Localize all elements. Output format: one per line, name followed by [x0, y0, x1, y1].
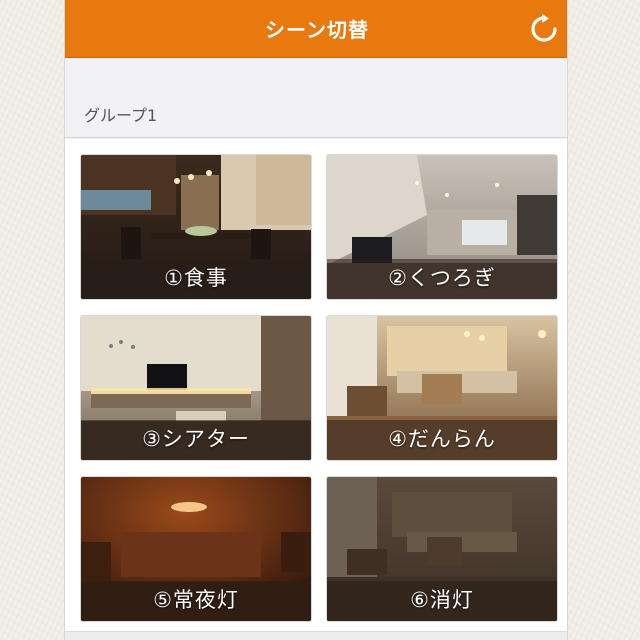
- scene-tile-dining[interactable]: ①食事: [81, 155, 311, 299]
- group-title: グループ1: [84, 106, 158, 125]
- app-screen: シーン切替 グループ1 ①食事 ②くつろぎ ③シアター ④だんらん ⑤常夜灯 ⑥…: [64, 0, 568, 640]
- scene-label: ③シアター: [142, 427, 250, 451]
- bottom-strip: [65, 631, 567, 640]
- scene-tile-family[interactable]: ④だんらん: [327, 316, 557, 460]
- page-title: シーン切替: [265, 18, 369, 42]
- scene-grid: ①食事 ②くつろぎ ③シアター ④だんらん ⑤常夜灯 ⑥消灯: [65, 139, 567, 640]
- scene-label: ①食事: [164, 266, 228, 290]
- scene-tile-relax[interactable]: ②くつろぎ: [327, 155, 557, 299]
- scene-tile-theater[interactable]: ③シアター: [81, 316, 311, 460]
- scene-label: ②くつろぎ: [388, 266, 496, 290]
- scene-tile-off[interactable]: ⑥消灯: [327, 477, 557, 621]
- refresh-button[interactable]: [527, 12, 561, 46]
- scene-label: ④だんらん: [388, 427, 496, 451]
- scene-label: ⑤常夜灯: [153, 588, 239, 612]
- refresh-icon: [531, 14, 557, 42]
- scene-tile-nightlight[interactable]: ⑤常夜灯: [81, 477, 311, 621]
- scene-label: ⑥消灯: [410, 588, 474, 612]
- navigation-bar: シーン切替: [65, 0, 567, 58]
- group-header: グループ1: [65, 58, 567, 138]
